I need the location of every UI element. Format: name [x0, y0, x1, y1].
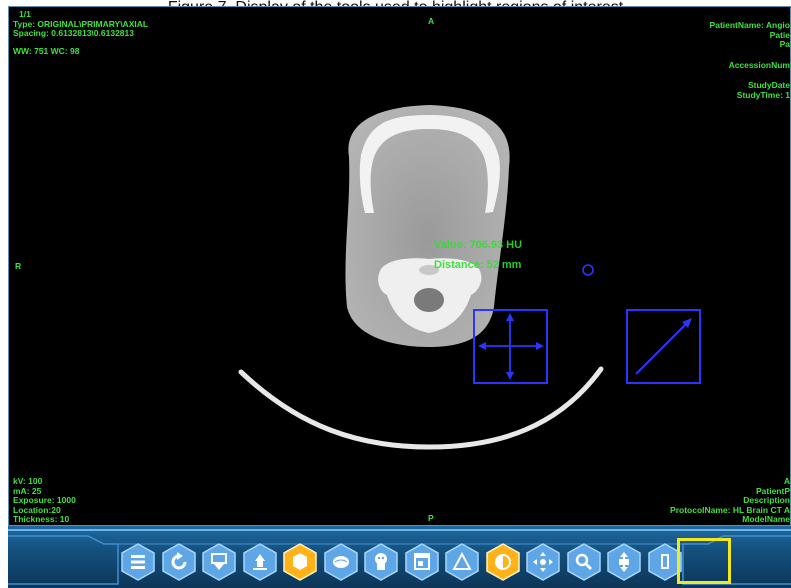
head-icon — [364, 543, 398, 581]
window-level: WW: 751 WC: 98 — [13, 45, 80, 56]
contrast-icon — [485, 543, 520, 581]
model-name: ModelName — [742, 514, 790, 524]
ct-slice-image — [238, 105, 701, 450]
rotate-icon — [161, 543, 196, 581]
patient-field-3: Pa — [779, 39, 790, 49]
tool-button-triangle[interactable] — [444, 543, 480, 581]
pan-icon — [526, 543, 560, 581]
overlay-bottom-left: kV: 100 mA: 25 Exposure: 1000 Location:2… — [13, 476, 76, 525]
orientation-left: R — [15, 261, 22, 271]
tool-button-list[interactable] — [120, 543, 156, 581]
download-icon — [202, 543, 236, 581]
tool-button-zoom[interactable] — [566, 543, 602, 581]
tool-button-rotate[interactable] — [161, 543, 197, 581]
pixel-spacing: Spacing: 0.6132813\0.6132813 — [13, 28, 134, 38]
overlay-top-left: 1/1 Type: ORIGINAL\PRIMARY\AXIAL Spacing… — [13, 9, 148, 56]
tool-button-pan[interactable] — [525, 543, 561, 581]
tool-button-window[interactable] — [404, 543, 440, 581]
overlay-bottom-right: A PatientP Description ProtocolName: HL … — [670, 476, 790, 525]
hexagon-icon — [283, 543, 317, 581]
tool-button-upload[interactable] — [242, 543, 278, 581]
tool-button-hexagon[interactable] — [282, 543, 318, 581]
brain-icon — [323, 543, 358, 581]
upload-icon — [242, 543, 277, 581]
bottom-toolbar — [8, 526, 791, 588]
fit-icon — [607, 543, 641, 581]
orientation-bottom: P — [428, 513, 434, 523]
orientation-top: A — [428, 16, 435, 26]
tool-button-fit[interactable] — [606, 543, 642, 581]
accession-number: AccessionNum — [728, 59, 790, 70]
tool-button-download[interactable] — [201, 543, 237, 581]
triangle-icon — [445, 543, 479, 581]
tool-button-head[interactable] — [363, 543, 399, 581]
tool-button-contrast[interactable] — [485, 543, 521, 581]
patient-field-2: Patie — [769, 29, 790, 40]
overlay-top-right: PatientName: Angio Patie Pa AccessionNum… — [710, 20, 790, 100]
list-icon — [121, 543, 155, 581]
thickness-value: Thickness: 10 — [13, 514, 70, 524]
zoom-icon — [566, 543, 601, 581]
study-time: StudyTime: 1 — [736, 89, 790, 100]
window-icon — [404, 543, 439, 581]
image-viewport[interactable]: 1/1 Type: ORIGINAL\PRIMARY\AXIAL Spacing… — [8, 6, 791, 526]
selected-tool-highlight — [677, 538, 731, 584]
roi-value-label: Value: 706.93 HU — [434, 239, 523, 251]
distance-label: Distance: 52 mm — [434, 259, 522, 271]
tool-button-brain[interactable] — [323, 543, 359, 581]
